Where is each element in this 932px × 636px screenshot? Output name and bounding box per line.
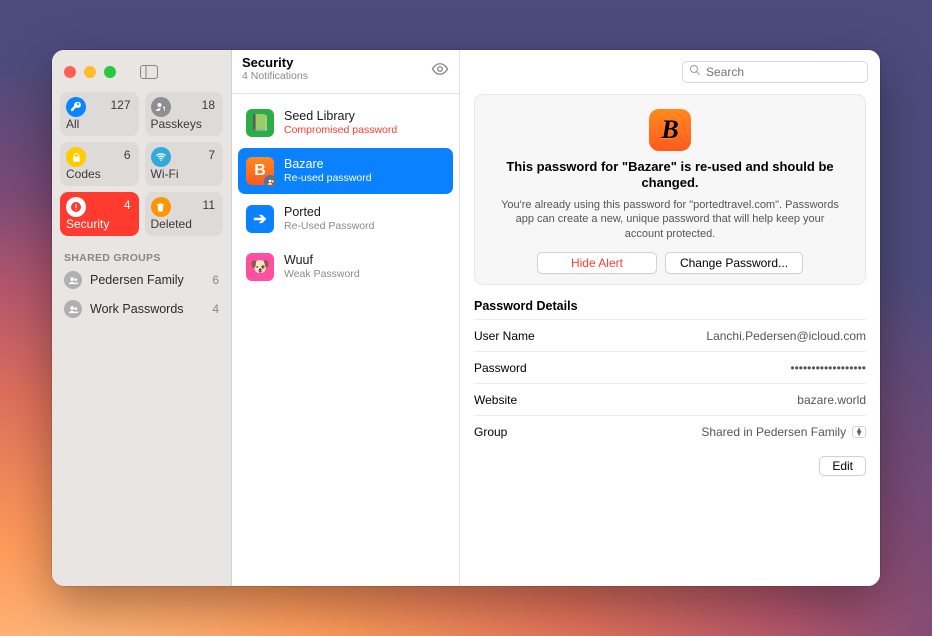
detail-row-password[interactable]: Password ••••••••••••••••••	[474, 352, 866, 384]
list-item[interactable]: 🐶 WuufWeak Password	[238, 244, 453, 290]
security-alert-card: B This password for "Bazare" is re-used …	[474, 94, 866, 285]
details-table: User Name Lanchi.Pedersen@icloud.com Pas…	[474, 319, 866, 448]
detail-row-username[interactable]: User Name Lanchi.Pedersen@icloud.com	[474, 320, 866, 352]
category-deleted[interactable]: 11 Deleted	[145, 192, 224, 236]
detail-value: ••••••••••••••••••	[790, 361, 866, 375]
lock-icon	[66, 147, 86, 167]
shared-group-label: Pedersen Family	[90, 273, 204, 287]
category-count: 7	[208, 148, 215, 162]
key-icon	[66, 97, 86, 117]
category-security[interactable]: 4 Security	[60, 192, 139, 236]
list-item-subtitle: Weak Password	[284, 268, 360, 281]
search-field[interactable]	[682, 61, 868, 83]
minimize-window-button[interactable]	[84, 66, 96, 78]
trash-icon	[151, 197, 171, 217]
close-window-button[interactable]	[64, 66, 76, 78]
list-item[interactable]: ➔ PortedRe-Used Password	[238, 196, 453, 242]
list-item-subtitle: Re-used password	[284, 172, 372, 185]
group-icon	[64, 271, 82, 289]
category-all[interactable]: 127 All	[60, 92, 139, 136]
site-icon: ➔	[246, 205, 274, 233]
detail-value: Lanchi.Pedersen@icloud.com	[706, 329, 866, 343]
hide-alert-button[interactable]: Hide Alert	[537, 252, 657, 274]
detail-value-text: Shared in Pedersen Family	[701, 425, 846, 439]
shared-group-count: 6	[212, 273, 219, 287]
detail-value: Shared in Pedersen Family ▲▼	[701, 425, 866, 439]
list-item-title: Seed Library	[284, 109, 397, 124]
site-icon: 🐶	[246, 253, 274, 281]
detail-key: Password	[474, 361, 527, 375]
wifi-icon	[151, 147, 171, 167]
item-list: 📗 Seed LibraryCompromised password B Bazare…	[232, 94, 459, 296]
group-select-stepper-icon[interactable]: ▲▼	[852, 426, 866, 438]
group-icon	[64, 300, 82, 318]
list-item-title: Ported	[284, 205, 374, 220]
site-icon: 📗	[246, 109, 274, 137]
category-label: Deleted	[151, 217, 192, 231]
category-count: 11	[203, 198, 215, 212]
list-title: Security	[242, 56, 308, 70]
toolbar	[460, 50, 880, 94]
person-key-icon	[151, 97, 171, 117]
detail-row-group[interactable]: Group Shared in Pedersen Family ▲▼	[474, 416, 866, 448]
list-item[interactable]: B BazareRe-used password	[238, 148, 453, 194]
detail-key: Website	[474, 393, 517, 407]
reveal-passwords-icon[interactable]	[431, 60, 449, 83]
alert-icon	[66, 197, 86, 217]
detail-value: bazare.world	[797, 393, 866, 407]
category-codes[interactable]: 6 Codes	[60, 142, 139, 186]
category-label: Wi-Fi	[151, 167, 179, 181]
sidebar: 127 All 18 Passkeys 6 Codes 7 Wi-Fi 4	[52, 50, 232, 586]
list-item-subtitle: Compromised password	[284, 124, 397, 137]
detail-row-website[interactable]: Website bazare.world	[474, 384, 866, 416]
category-label: Passkeys	[151, 117, 202, 131]
change-password-button[interactable]: Change Password...	[665, 252, 803, 274]
list-item-subtitle: Re-Used Password	[284, 220, 374, 233]
category-count: 6	[124, 148, 131, 162]
shared-badge-icon	[264, 175, 277, 188]
shared-group-label: Work Passwords	[90, 302, 204, 316]
list-item[interactable]: 📗 Seed LibraryCompromised password	[238, 100, 453, 146]
category-grid: 127 All 18 Passkeys 6 Codes 7 Wi-Fi 4	[60, 92, 223, 236]
search-input[interactable]	[706, 65, 861, 79]
list-item-title: Wuuf	[284, 253, 360, 268]
site-icon: B	[246, 157, 274, 185]
detail-key: Group	[474, 425, 507, 439]
category-label: Codes	[66, 167, 101, 181]
detail-column: B This password for "Bazare" is re-used …	[460, 50, 880, 586]
item-list-column: Security 4 Notifications 📗 Seed LibraryCo…	[232, 50, 460, 586]
category-count: 18	[202, 98, 215, 112]
alert-heading: This password for "Bazare" is re-used an…	[500, 159, 840, 192]
shared-group-count: 4	[212, 302, 219, 316]
category-count: 127	[110, 98, 130, 112]
window-controls	[60, 58, 223, 86]
site-icon: B	[649, 109, 691, 151]
search-icon	[689, 63, 701, 81]
category-label: All	[66, 117, 79, 131]
password-details-section: Password Details User Name Lanchi.Peders…	[474, 299, 866, 448]
list-item-title: Bazare	[284, 157, 372, 172]
category-label: Security	[66, 217, 109, 231]
category-count: 4	[124, 198, 131, 212]
shared-group-work[interactable]: Work Passwords 4	[60, 296, 223, 322]
detail-key: User Name	[474, 329, 535, 343]
shared-groups-header: SHARED GROUPS	[60, 252, 223, 264]
list-header: Security 4 Notifications	[232, 50, 459, 94]
zoom-window-button[interactable]	[104, 66, 116, 78]
details-section-title: Password Details	[474, 299, 866, 313]
list-subtitle: 4 Notifications	[242, 71, 308, 83]
alert-body: You're already using this password for "…	[495, 198, 845, 243]
app-window: 127 All 18 Passkeys 6 Codes 7 Wi-Fi 4	[52, 50, 880, 586]
toggle-sidebar-icon[interactable]	[140, 65, 158, 79]
category-passkeys[interactable]: 18 Passkeys	[145, 92, 224, 136]
category-wifi[interactable]: 7 Wi-Fi	[145, 142, 224, 186]
shared-group-pedersen[interactable]: Pedersen Family 6	[60, 267, 223, 293]
edit-button[interactable]: Edit	[819, 456, 866, 476]
